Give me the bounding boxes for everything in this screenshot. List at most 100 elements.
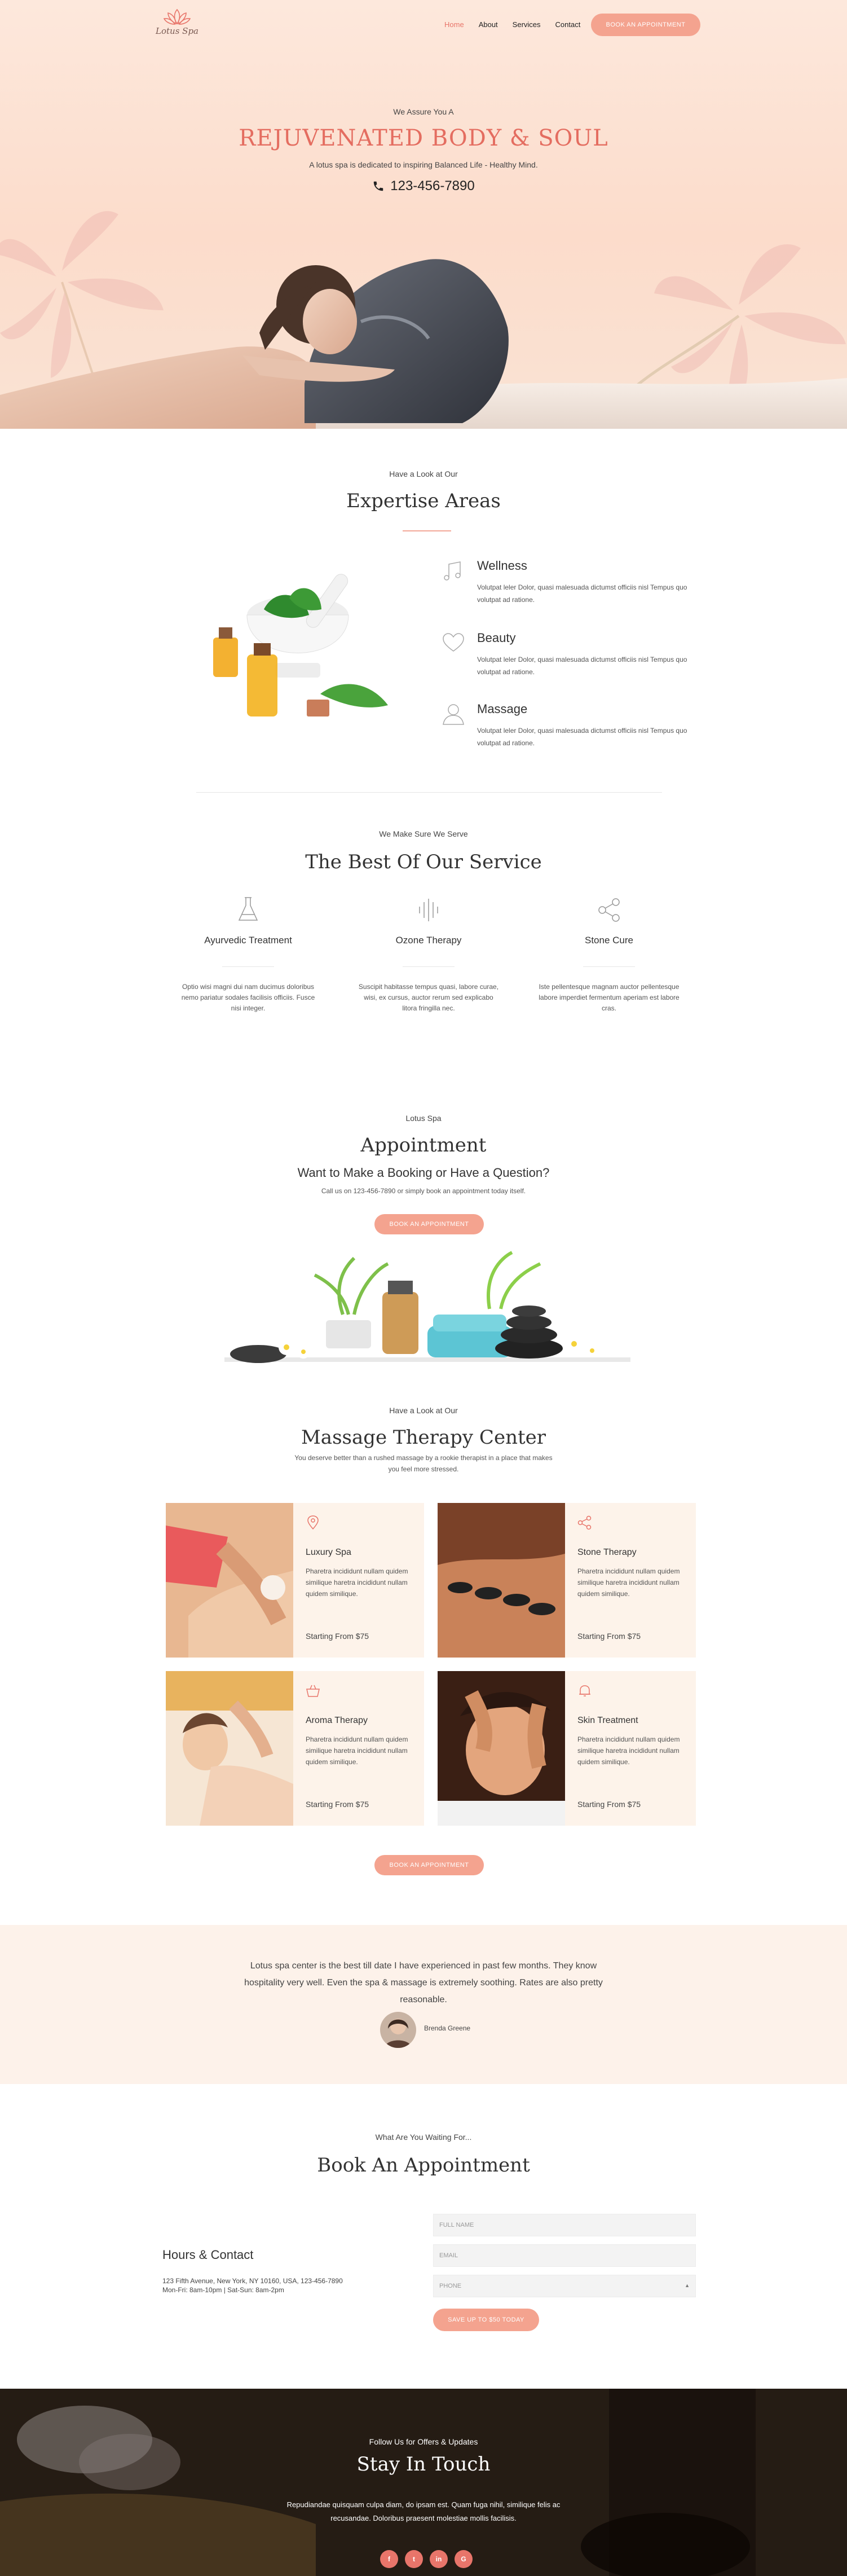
service-line xyxy=(403,966,455,967)
card-price: Starting From $75 xyxy=(306,1800,369,1809)
service-title-ozone: Ozone Therapy xyxy=(395,935,462,946)
phone-field-placeholder: PHONE xyxy=(439,2283,462,2289)
service-card-luxury-spa[interactable]: Luxury Spa Pharetra incididunt nullam qu… xyxy=(166,1503,424,1658)
service-line xyxy=(222,966,274,967)
spa-stones-image xyxy=(224,1251,630,1363)
linkedin-icon[interactable]: in xyxy=(430,2550,448,2568)
hero-phone-number: 123-456-7890 xyxy=(390,178,475,194)
hours-contact-title: Hours & Contact xyxy=(162,2248,254,2262)
appointment-call-text: Call us on 123-456-7890 or simply book a… xyxy=(321,1187,526,1195)
hero-phone[interactable]: 123-456-7890 xyxy=(372,178,475,194)
service-ozone: Ozone Therapy Suscipit habitasse tempus … xyxy=(344,891,513,1014)
bell-icon xyxy=(579,1685,590,1696)
massage-kicker: Have a Look at Our xyxy=(389,1406,458,1415)
card-body: Skin Treatment Pharetra incididunt nulla… xyxy=(577,1683,685,1768)
heart-icon xyxy=(443,633,464,652)
expertise-text-wellness: Volutpat leler Dolor, quasi malesuada di… xyxy=(477,583,687,604)
book-kicker: What Are You Waiting For... xyxy=(375,2133,472,2142)
nav-contact-link[interactable]: Contact xyxy=(555,20,581,29)
footer-title: Stay In Touch xyxy=(356,2453,491,2476)
expertise-text-beauty: Volutpat leler Dolor, quasi malesuada di… xyxy=(477,656,687,676)
service-card-skin-treatment[interactable]: Skin Treatment Pharetra incididunt nulla… xyxy=(438,1671,696,1826)
section-divider xyxy=(196,792,662,793)
service-title-stone-cure: Stone Cure xyxy=(585,935,633,946)
user-icon xyxy=(443,704,464,725)
footer-section: Follow Us for Offers & Updates Stay In T… xyxy=(0,2389,847,2576)
expertise-kicker: Have a Look at Our xyxy=(389,469,458,478)
skin-treatment-photo xyxy=(438,1671,565,1826)
appointment-title: Appointment xyxy=(360,1134,487,1157)
hero-text: We Assure You A REJUVENATED BODY & SOUL … xyxy=(0,107,847,195)
card-price: Starting From $75 xyxy=(577,1632,641,1641)
flask-icon xyxy=(238,897,258,921)
soundwave-icon xyxy=(419,899,438,921)
nav-home-link[interactable]: Home xyxy=(444,20,464,29)
card-body: Luxury Spa Pharetra incididunt nullam qu… xyxy=(306,1515,413,1599)
stone-therapy-photo xyxy=(438,1503,565,1658)
contact-address: 123 Fifth Avenue, New York, NY 10160, US… xyxy=(162,2277,343,2285)
service-card-aroma-therapy[interactable]: Aroma Therapy Pharetra incididunt nullam… xyxy=(166,1671,424,1826)
card-title: Skin Treatment xyxy=(577,1716,638,1725)
music-note-icon xyxy=(444,561,461,581)
book-title: Book An Appointment xyxy=(317,2154,530,2177)
basket-icon xyxy=(306,1685,320,1697)
expertise-title: Expertise Areas xyxy=(346,490,501,512)
service-stone-cure: Stone Cure Iste pellentesque magnam auct… xyxy=(524,891,694,1014)
expertise-text-massage: Volutpat leler Dolor, quasi malesuada di… xyxy=(477,727,687,747)
facebook-icon[interactable]: f xyxy=(380,2550,398,2568)
massage-title: Massage Therapy Center xyxy=(301,1426,546,1449)
service-text-stone-cure: Iste pellentesque magnam auctor pellente… xyxy=(539,983,680,1012)
appointment-book-button[interactable]: BOOK AN APPOINTMENT xyxy=(374,1214,484,1234)
card-text: Pharetra incididunt nullam quidem simili… xyxy=(306,1567,408,1598)
appointment-kicker: Lotus Spa xyxy=(405,1114,442,1123)
service-ayurvedic: Ayurvedic Treatment Optio wisi magni dui… xyxy=(164,891,333,1014)
service-text-ozone: Suscipit habitasse tempus quasi, labore … xyxy=(358,983,499,1012)
appointment-question: Want to Make a Booking or Have a Questio… xyxy=(297,1166,550,1180)
footer-background-image xyxy=(0,2389,847,2576)
service-card-stone-therapy[interactable]: Stone Therapy Pharetra incididunt nullam… xyxy=(438,1503,696,1658)
nav-services-link[interactable]: Services xyxy=(513,20,541,29)
twitter-icon[interactable]: t xyxy=(405,2550,423,2568)
card-text: Pharetra incididunt nullam quidem simili… xyxy=(577,1567,680,1598)
luxury-spa-photo xyxy=(166,1503,293,1658)
card-text: Pharetra incididunt nullam quidem simili… xyxy=(577,1735,680,1766)
expertise-item-wellness: Wellness Volutpat leler Dolor, quasi mal… xyxy=(441,559,689,606)
full-name-field[interactable]: FULL NAME xyxy=(433,2214,696,2236)
card-title: Stone Therapy xyxy=(577,1548,637,1557)
stepper-icon[interactable]: ▲ xyxy=(685,2283,690,2288)
testimonial-quote: Lotus spa center is the best till date I… xyxy=(244,1961,603,2004)
aroma-therapy-photo xyxy=(166,1671,293,1826)
brand-logo[interactable]: Lotus Spa xyxy=(156,8,198,43)
phone-field[interactable]: PHONE ▲ xyxy=(433,2275,696,2297)
opening-hours: Mon-Fri: 8am-10pm | Sat-Sun: 8am-2pm xyxy=(162,2286,284,2294)
top-navbar: Lotus Spa Home About Services Contact BO… xyxy=(0,0,847,50)
card-text: Pharetra incididunt nullam quidem simili… xyxy=(306,1735,408,1766)
save-submit-button[interactable]: SAVE UP TO $50 TODAY xyxy=(433,2309,539,2331)
expertise-underline xyxy=(403,530,451,531)
mortar-pestle-image xyxy=(213,574,388,716)
google-icon[interactable]: G xyxy=(455,2550,473,2568)
services-title: The Best Of Our Service xyxy=(305,851,542,873)
hero-kicker: We Assure You A xyxy=(393,107,454,116)
massage-intro: You deserve better than a rushed massage… xyxy=(294,1454,553,1473)
hero-title: REJUVENATED BODY & SOUL xyxy=(239,125,608,151)
share-icon xyxy=(577,1515,592,1530)
footer-kicker: Follow Us for Offers & Updates xyxy=(369,2437,478,2446)
nav-about-link[interactable]: About xyxy=(479,20,498,29)
card-title: Luxury Spa xyxy=(306,1548,351,1557)
hero-subtitle: A lotus spa is dedicated to inspiring Ba… xyxy=(309,160,538,169)
email-field[interactable]: EMAIL xyxy=(433,2244,696,2267)
location-pin-icon xyxy=(307,1515,319,1530)
expertise-item-beauty: Beauty Volutpat leler Dolor, quasi males… xyxy=(441,631,689,678)
services-kicker: We Make Sure We Serve xyxy=(379,829,468,838)
expertise-title-wellness: Wellness xyxy=(477,559,527,573)
card-title: Aroma Therapy xyxy=(306,1716,368,1725)
expertise-title-beauty: Beauty xyxy=(477,631,516,645)
card-body: Stone Therapy Pharetra incididunt nullam… xyxy=(577,1515,685,1599)
massage-book-button[interactable]: BOOK AN APPOINTMENT xyxy=(374,1855,484,1875)
share-icon xyxy=(598,898,620,922)
card-price: Starting From $75 xyxy=(306,1632,369,1641)
footer-text: Repudiandae quisquam culpa diam, do ipsa… xyxy=(286,2500,561,2522)
nav-book-appointment-button[interactable]: BOOK AN APPOINTMENT xyxy=(591,14,700,36)
page: Lotus Spa Home About Services Contact BO… xyxy=(0,0,847,2576)
